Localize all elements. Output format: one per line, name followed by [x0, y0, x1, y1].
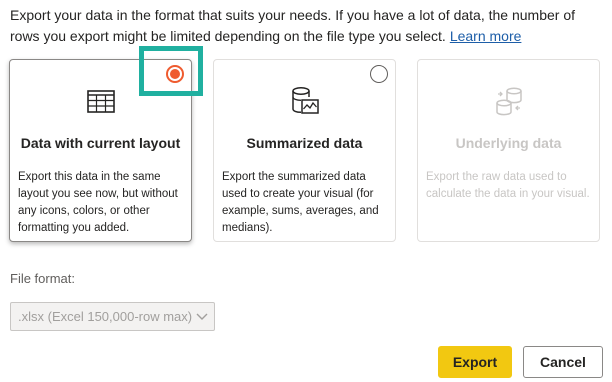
option-card-summarized[interactable]: Summarized data Export the summarized da… [213, 59, 396, 242]
option-card-underlying: Underlying data Export the raw data used… [417, 59, 600, 242]
database-sync-icon [495, 87, 522, 116]
learn-more-link[interactable]: Learn more [450, 28, 522, 44]
radio-current-layout[interactable] [166, 65, 184, 83]
file-format-value: .xlsx (Excel 150,000-row max) [18, 309, 193, 324]
table-icon [86, 90, 115, 113]
option-title: Data with current layout [20, 135, 181, 151]
option-title: Underlying data [455, 135, 562, 151]
option-description: Export this data in the same layout you … [18, 171, 178, 234]
database-chart-icon [291, 87, 319, 114]
file-format-select[interactable]: .xlsx (Excel 150,000-row max) [10, 302, 215, 331]
intro-text: Export your data in the format that suit… [10, 5, 600, 47]
option-description: Export the summarized data used to creat… [222, 171, 379, 234]
option-card-current-layout[interactable]: Data with current layout Export this dat… [9, 59, 192, 242]
file-format-label: File format: [10, 271, 76, 286]
cancel-button[interactable]: Cancel [523, 346, 603, 378]
option-title: Summarized data [246, 135, 363, 151]
radio-summarized[interactable] [370, 65, 388, 83]
option-description: Export the raw data used to calculate th… [426, 171, 590, 200]
export-button[interactable]: Export [438, 346, 512, 378]
chevron-down-icon [196, 313, 208, 320]
